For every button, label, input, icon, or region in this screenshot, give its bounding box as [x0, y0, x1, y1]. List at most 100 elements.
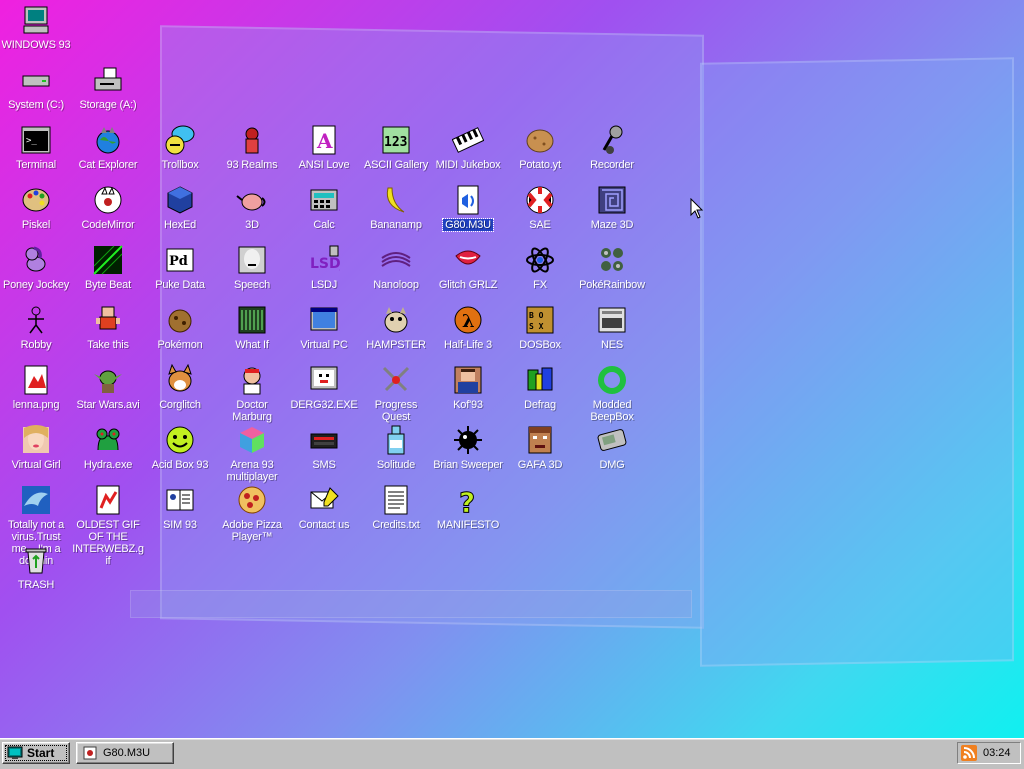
desktop-icon-label: SIM 93 [163, 519, 197, 531]
desktop-icon-glitch-grlz[interactable]: Glitch GRLZ [432, 244, 504, 291]
desktop-icon-puke-data[interactable]: Pd Puke Data [144, 244, 216, 291]
desktop-icon-label: Cat Explorer [78, 159, 138, 171]
desktop-icon-g80-m3u[interactable]: G80.M3U [432, 184, 504, 232]
desktop-icon-cat-explorer[interactable]: Cat Explorer [72, 124, 144, 171]
desktop-icon-calc[interactable]: Calc [288, 184, 360, 231]
desktop-icon-poney-jockey[interactable]: Poney Jockey [0, 244, 72, 291]
maze-icon [596, 184, 628, 216]
desktop-icon-midi-jukebox[interactable]: MIDI Jukebox [432, 124, 504, 171]
svg-text:B O: B O [529, 311, 544, 320]
desktop-icon-brian-sweeper[interactable]: Brian Sweeper [432, 424, 504, 471]
desktop-icon-dosbox[interactable]: B O S X DOSBox [504, 304, 576, 351]
start-button[interactable]: Start [2, 742, 70, 764]
desktop-icon-corglitch[interactable]: Corglitch [144, 364, 216, 411]
desktop-icon-recorder[interactable]: Recorder [576, 124, 648, 171]
desktop-icon-maze-3d[interactable]: Maze 3D [576, 184, 648, 231]
desktop-icon-credits-txt[interactable]: Credits.txt [360, 484, 432, 531]
desktop-icon-solitude[interactable]: Solitude [360, 424, 432, 471]
desktop-icon-adobe-pizza-player[interactable]: Adobe Pizza Player™ [216, 484, 288, 543]
desktop-icon-3d[interactable]: 3D [216, 184, 288, 231]
desktop-icon-doctor-marburg[interactable]: Doctor Marburg [216, 364, 288, 423]
desktop-icon-modded-beepbox[interactable]: Modded BeepBox [576, 364, 648, 423]
desktop-icon-label: MIDI Jukebox [435, 159, 501, 171]
desktop-icon-label: Arena 93 multiplayer [226, 459, 278, 483]
desktop-icon-system-c[interactable]: System (C:) [0, 64, 72, 111]
desktop-icon-star-wars-avi[interactable]: Star Wars.avi [72, 364, 144, 411]
desktop-icon-trollbox[interactable]: Trollbox [144, 124, 216, 171]
desktop-icon-nes[interactable]: NES [576, 304, 648, 351]
desktop-icon-acid-box-93[interactable]: Acid Box 93 [144, 424, 216, 471]
desktop-icon-defrag[interactable]: Defrag [504, 364, 576, 411]
desktop-icon-take-this[interactable]: Take this [72, 304, 144, 351]
desktop-icon-arena-93-multiplayer[interactable]: Arena 93 multiplayer [216, 424, 288, 483]
calculator-icon [308, 184, 340, 216]
lips-icon [452, 244, 484, 276]
gif-file-icon [92, 484, 124, 516]
desktop-icon-windows-93[interactable]: WINDOWS 93 [0, 4, 72, 51]
desktop[interactable]: WINDOWS 93 System (C:) Storage (A:) >_ Termi… [0, 0, 1024, 738]
desktop-icon-nanoloop[interactable]: Nanoloop [360, 244, 432, 291]
desktop-icon-label: Contact us [298, 519, 350, 531]
girl-face-icon [20, 424, 52, 456]
atom-icon [524, 244, 556, 276]
desktop-icon-bananamp[interactable]: Bananamp [360, 184, 432, 231]
desktop-icon-potato-yt[interactable]: Potato.yt [504, 124, 576, 171]
desktop-icon-label: Virtual Girl [11, 459, 61, 471]
playlist-file-icon [83, 746, 97, 760]
desktop-icon-pok-mon[interactable]: Pokémon [144, 304, 216, 351]
desktop-icon-hydra-exe[interactable]: Hydra.exe [72, 424, 144, 471]
desktop-icon-pok-rainbow[interactable]: PokéRainbow [576, 244, 648, 291]
desktop-icon-lsdj[interactable]: LSDJ LSDJ [288, 244, 360, 291]
desktop-icon-sim-93[interactable]: SIM 93 [144, 484, 216, 531]
desktop-icon-virtual-pc[interactable]: Virtual PC [288, 304, 360, 351]
speech-face-icon [236, 244, 268, 276]
desktop-icon-derg32-exe[interactable]: DERG32.EXE [288, 364, 360, 411]
desktop-icon-dmg[interactable]: DMG [576, 424, 648, 471]
desktop-icon-kof-93[interactable]: Kof'93 [432, 364, 504, 411]
desktop-icon-label: Virtual PC [300, 339, 348, 351]
desktop-icon-ascii-gallery[interactable]: 123 ASCII Gallery [360, 124, 432, 171]
desktop-icon-piskel[interactable]: Piskel [0, 184, 72, 231]
defrag-icon [524, 364, 556, 396]
desktop-icon-contact-us[interactable]: Contact us [288, 484, 360, 531]
palette-icon [20, 184, 52, 216]
taskbar-item-g80[interactable]: G80.M3U [76, 742, 174, 764]
desktop-icon-label: Pokémon [157, 339, 203, 351]
desktop-icon-ansi-love[interactable]: A ANSI Love [288, 124, 360, 171]
desktop-icon-label: FX [533, 279, 547, 291]
desktop-icon-gafa-3d[interactable]: GAFA 3D [504, 424, 576, 471]
desktop-icon-93-realms[interactable]: 93 Realms [216, 124, 288, 171]
desktop-icon-what-if[interactable]: What If [216, 304, 288, 351]
realms-icon [236, 124, 268, 156]
banana-icon [380, 184, 412, 216]
desktop-icon-manifesto[interactable]: ? MANIFESTO [432, 484, 504, 532]
desktop-icon-sae[interactable]: SAE [504, 184, 576, 231]
desktop-icon-label: Doctor Marburg [232, 399, 272, 423]
desktop-icon-robby[interactable]: Robby [0, 304, 72, 351]
desktop-icon-byte-beat[interactable]: Byte Beat [72, 244, 144, 291]
hydra-icon [92, 424, 124, 456]
desktop-icon-hampster[interactable]: HAMPSTER [360, 304, 432, 351]
desktop-icon-label: NES [600, 339, 624, 351]
potato-icon [524, 124, 556, 156]
desktop-icon-terminal[interactable]: >_ Terminal [0, 124, 72, 171]
desktop-icon-label: G80.M3U [442, 218, 494, 232]
desktop-icon-label: Defrag [524, 399, 556, 411]
rss-feed-icon[interactable] [961, 745, 977, 761]
desktop-icon-fx[interactable]: FX [504, 244, 576, 291]
desktop-icon-oldest-gif-of-the-interwebz-gif[interactable]: OLDEST GIF OF THE INTERWEBZ.gif [72, 484, 144, 567]
desktop-icon-storage-a[interactable]: Storage (A:) [72, 64, 144, 111]
desktop-icon-hexed[interactable]: HexEd [144, 184, 216, 231]
desktop-icon-sms[interactable]: SMS [288, 424, 360, 471]
svg-text:>_: >_ [26, 136, 37, 146]
desktop-icon-virtual-girl[interactable]: Virtual Girl [0, 424, 72, 471]
desktop-icon-label: HAMPSTER [366, 339, 426, 351]
desktop-icon-speech[interactable]: Speech [216, 244, 288, 291]
desktop-icon-lenna-png[interactable]: lenna.png [0, 364, 72, 411]
desktop-icon-trash[interactable]: TRASH [0, 544, 72, 591]
taskbar: Start G80.M3U 03:24 [0, 738, 1024, 769]
desktop-icon-codemirror[interactable]: CodeMirror [72, 184, 144, 231]
desktop-icon-half-life-3[interactable]: λ Half-Life 3 [432, 304, 504, 351]
pd-icon: Pd [164, 244, 196, 276]
desktop-icon-progress-quest[interactable]: Progress Quest [360, 364, 432, 423]
